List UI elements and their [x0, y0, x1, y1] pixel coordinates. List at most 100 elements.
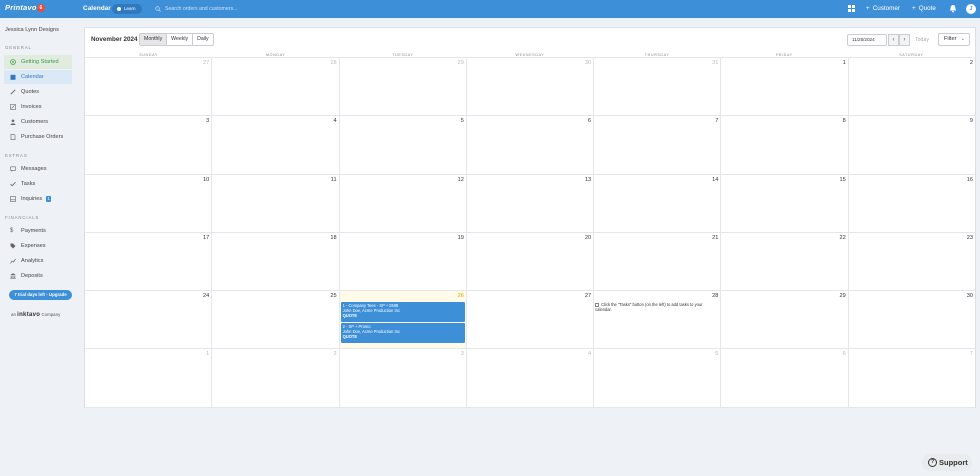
calendar-day[interactable]: 19 [340, 232, 467, 291]
notification-badge: 6 [37, 4, 45, 12]
learn-button[interactable]: Learn [112, 4, 142, 14]
sidebar-item-analytics[interactable]: Analytics [4, 254, 72, 268]
company-name[interactable]: Jessica Lynn Designs [5, 27, 59, 33]
date-picker-input[interactable]: 11/26/2024 [847, 34, 887, 46]
calendar-day[interactable]: 16 [849, 175, 975, 232]
calendar-day[interactable]: 30 [467, 58, 595, 116]
view-daily-button[interactable]: Daily [193, 34, 213, 45]
sidebar-item-expenses[interactable]: Expenses [4, 239, 72, 253]
sidebar-item-label: Messages [21, 166, 47, 172]
calendar-day[interactable]: 22 [721, 232, 849, 291]
calendar-day[interactable]: 6 [467, 116, 595, 174]
calendar-event[interactable]: 1 - Company Tees - SP + EMB John Doe, Ac… [340, 302, 465, 323]
calendar-day[interactable]: 2 [849, 58, 975, 115]
search-icon [155, 6, 161, 12]
sidebar-item-payments[interactable]: $ Payments [4, 224, 72, 238]
calendar-day[interactable]: 31 [594, 58, 722, 116]
sidebar-item-label: Customers [21, 119, 49, 125]
next-month-button[interactable]: › [899, 34, 910, 46]
calendar-day[interactable]: 25 [212, 291, 340, 349]
day-number: 30 [584, 60, 592, 66]
day-number: 20 [584, 234, 592, 241]
sidebar-item-label: Deposits [21, 273, 43, 279]
calendar-day[interactable]: 15 [721, 174, 849, 232]
chevron-right-icon: › [903, 37, 906, 43]
day-number: 16 [966, 176, 973, 183]
search-input[interactable]: Search orders and customers... [155, 4, 295, 14]
calendar-day[interactable]: 18 [212, 232, 340, 291]
sidebar-item-calendar[interactable]: Calendar [4, 70, 72, 84]
calendar-day[interactable]: 2 [212, 349, 340, 407]
pencil-icon [10, 89, 16, 95]
calendar-day[interactable]: 5 [340, 116, 467, 174]
calendar-day[interactable]: 20 [467, 232, 595, 291]
task-hint: Click the "Tasks" button (on the left) t… [595, 302, 719, 312]
sidebar-item-inquiries[interactable]: Inquiries 1 [4, 192, 72, 206]
sidebar-item-getting-started[interactable]: Getting Started [4, 55, 72, 69]
calendar-day[interactable]: 29 [340, 58, 467, 116]
top-navigation-bar: Printavo 6 Calendar Learn Search orders a… [0, 0, 980, 18]
calendar-day[interactable]: 23 [849, 233, 975, 290]
calendar-event[interactable]: 2 - SP + Promo John Doe, Acme Production… [340, 323, 465, 344]
sidebar-item-label: Tasks [21, 181, 36, 187]
inbox-icon [10, 196, 16, 202]
calendar-day[interactable]: 7 [594, 116, 722, 174]
upgrade-trial-button[interactable]: 7 trial days left - Upgrade [9, 290, 72, 300]
bell-icon[interactable] [949, 4, 957, 13]
calendar-day[interactable]: 27 [467, 291, 595, 349]
calendar-day[interactable]: 11 [212, 174, 340, 232]
calendar-day[interactable]: 13 [467, 174, 595, 232]
calendar-day[interactable]: 3 [340, 349, 467, 407]
tag-icon [10, 243, 16, 249]
sidebar-item-deposits[interactable]: Deposits [4, 269, 72, 283]
calendar-day[interactable]: 4 [467, 349, 595, 407]
sidebar-item-customers[interactable]: Customers [4, 115, 72, 129]
calendar-day[interactable]: 27 [85, 58, 213, 116]
prev-month-button[interactable]: ‹ [888, 34, 899, 46]
checkmark-icon [10, 181, 16, 187]
calendar-panel: November 2024 Monthly Weekly Daily 11/26… [84, 27, 976, 408]
calendar-day[interactable]: 4 [212, 116, 340, 174]
calendar-day[interactable]: 3 [85, 116, 213, 174]
calendar-day[interactable]: 9 [849, 116, 975, 173]
calendar-day[interactable]: 1 [85, 349, 213, 407]
sidebar-item-tasks[interactable]: Tasks [4, 177, 72, 191]
today-button[interactable]: Today [911, 34, 933, 46]
calendar-day[interactable]: 6 [721, 349, 849, 407]
calendar-day[interactable]: 8 [721, 116, 849, 174]
user-avatar[interactable]: J [966, 4, 976, 14]
calendar-day[interactable]: 29 [721, 291, 849, 349]
calendar-day[interactable]: 24 [85, 291, 213, 349]
calendar-day[interactable]: 17 [85, 232, 213, 291]
day-number: 12 [457, 176, 464, 183]
calendar-day-today[interactable]: 26 1 - Company Tees - SP + EMB John Doe,… [339, 291, 467, 349]
sidebar-item-invoices[interactable]: Invoices [4, 100, 72, 114]
support-button[interactable]: ? Support [922, 454, 972, 471]
calendar-day[interactable]: 1 [721, 58, 849, 116]
day-number: 21 [712, 234, 719, 241]
calendar-day[interactable]: 5 [594, 349, 722, 407]
new-quote-button[interactable]: + Quote [912, 5, 936, 12]
new-customer-button[interactable]: + Customer [866, 5, 900, 12]
help-icon: ? [928, 458, 937, 467]
calendar-day[interactable]: 21 [594, 232, 722, 291]
new-quote-label: Quote [918, 5, 936, 12]
event-status-tag: QUOTE [342, 334, 358, 340]
apps-grid-icon[interactable] [848, 5, 855, 12]
event-status-tag: QUOTE [342, 313, 358, 319]
sidebar-item-quotes[interactable]: Quotes [4, 85, 72, 99]
calendar-day[interactable]: 30 [849, 291, 975, 348]
view-monthly-button[interactable]: Monthly [140, 34, 168, 45]
calendar-day[interactable]: 7 [849, 349, 975, 406]
sidebar-item-purchase-orders[interactable]: Purchase Orders [4, 130, 72, 144]
filter-dropdown[interactable]: Filter ⌄ [938, 33, 970, 46]
brand-logo[interactable]: Printavo 6 [5, 3, 45, 12]
calendar-day[interactable]: 10 [85, 174, 213, 232]
day-number: 9 [969, 118, 973, 125]
view-weekly-button[interactable]: Weekly [167, 34, 194, 45]
calendar-day[interactable]: 28 Click the "Tasks" button (on the left… [594, 291, 722, 349]
calendar-day[interactable]: 12 [340, 174, 467, 232]
calendar-day[interactable]: 28 [212, 58, 340, 116]
calendar-day[interactable]: 14 [594, 174, 722, 232]
sidebar-item-messages[interactable]: Messages [4, 162, 72, 176]
